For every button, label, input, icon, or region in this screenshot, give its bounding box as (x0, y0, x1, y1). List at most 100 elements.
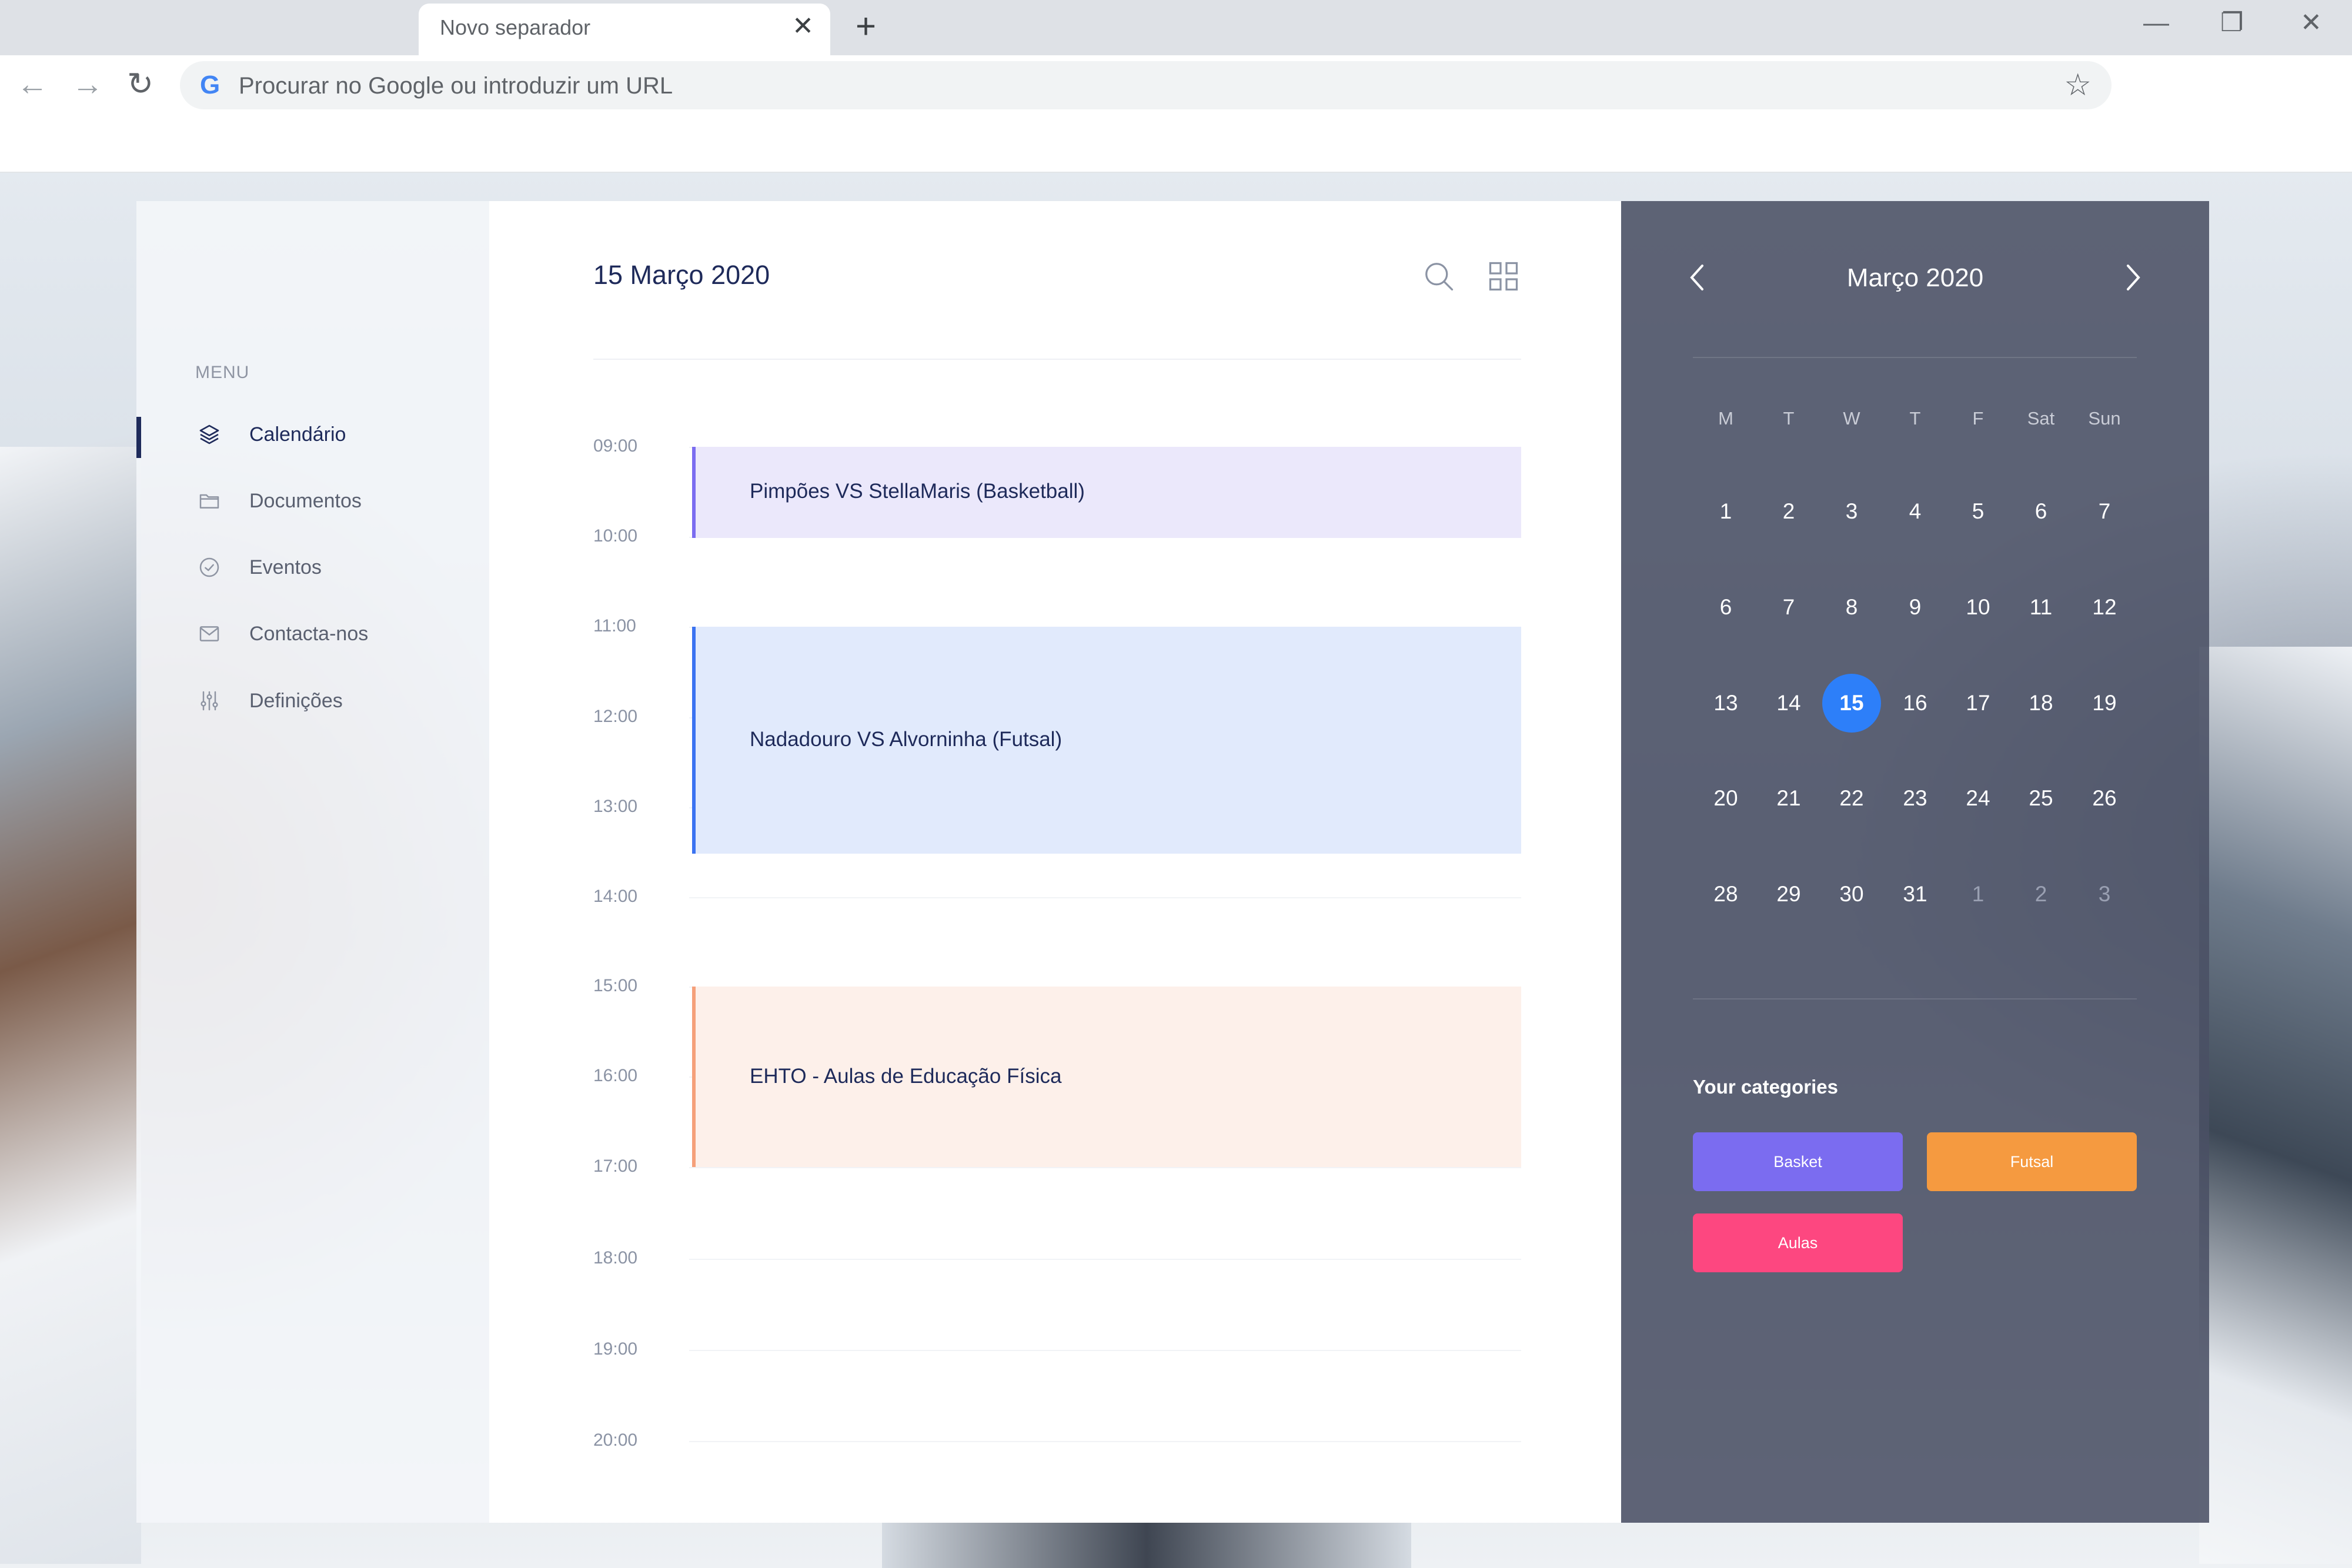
time-label: 15:00 (593, 976, 638, 995)
time-label: 10:00 (593, 526, 638, 546)
calendar-divider (1693, 998, 2137, 999)
time-label: 13:00 (593, 797, 638, 816)
calendar-day[interactable]: 12 (2075, 578, 2134, 637)
calendar-day[interactable]: 2 (2012, 865, 2070, 924)
calendar-day[interactable]: 29 (1759, 865, 1818, 924)
tab-title: Novo separador (440, 15, 591, 39)
event-title: Pimpões VS StellaMaris (Basketball) (750, 480, 1085, 503)
calendar-day[interactable]: 28 (1696, 865, 1755, 924)
header-divider (593, 359, 1521, 360)
calendar-day[interactable]: 8 (1822, 578, 1881, 637)
category-basket-button[interactable]: Basket (1693, 1132, 1903, 1191)
calendar-day[interactable]: 31 (1886, 865, 1945, 924)
weekday-label: F (1972, 408, 1984, 429)
time-label: 11:00 (593, 616, 636, 636)
restore-icon[interactable]: ❐ (2220, 2, 2243, 44)
hour-gridline (689, 1167, 1521, 1168)
calendar-day[interactable]: 20 (1696, 769, 1755, 828)
weekday-label: W (1843, 408, 1860, 429)
background-mountain-bottom (882, 1523, 1411, 1568)
calendar-day[interactable]: 7 (2075, 482, 2134, 541)
calendar-day[interactable]: 1 (1696, 482, 1755, 541)
calendar-day[interactable]: 9 (1886, 578, 1945, 637)
address-bar[interactable]: G Procurar no Google ou introduzir um UR… (180, 61, 2112, 109)
calendar-day[interactable]: 19 (2075, 674, 2134, 733)
calendar-day[interactable]: 1 (1949, 865, 2007, 924)
sidebar-item-contacta-nos[interactable]: Contacta-nos (195, 616, 368, 651)
event-title: Nadadouro VS Alvorninha (Futsal) (750, 728, 1063, 751)
grid-view-icon[interactable] (1486, 259, 1521, 294)
hour-gridline (689, 1441, 1521, 1442)
calendar-day[interactable]: 3 (2075, 865, 2134, 924)
hour-gridline (689, 897, 1521, 898)
event-block[interactable]: Pimpões VS StellaMaris (Basketball) (692, 447, 1521, 538)
back-icon[interactable]: ← (16, 65, 48, 103)
time-label: 16:00 (593, 1066, 638, 1085)
calendar-day[interactable]: 13 (1696, 674, 1755, 733)
calendar-day[interactable]: 30 (1822, 865, 1881, 924)
sidebar: MENU Calendário Documentos Eventos Conta… (136, 201, 489, 1523)
calendar-day[interactable]: 17 (1949, 674, 2007, 733)
calendar-day[interactable]: 21 (1759, 769, 1818, 828)
sidebar-item-eventos[interactable]: Eventos (195, 550, 322, 585)
calendar-day-selected[interactable]: 15 (1822, 674, 1881, 733)
active-indicator (136, 417, 141, 458)
calendar-day[interactable]: 6 (2012, 482, 2070, 541)
category-futsal-button[interactable]: Futsal (1927, 1132, 2137, 1191)
event-block[interactable]: EHTO - Aulas de Educação Física (692, 987, 1521, 1167)
time-label: 14:00 (593, 887, 638, 906)
reload-icon[interactable]: ↻ (127, 65, 153, 103)
sidebar-item-label: Definições (249, 689, 343, 712)
calendar-day[interactable]: 7 (1759, 578, 1818, 637)
sidebar-item-label: Calendário (249, 423, 346, 446)
calendar-day[interactable]: 11 (2012, 578, 2070, 637)
next-month-icon[interactable] (2121, 260, 2144, 298)
calendar-day[interactable]: 2 (1759, 482, 1818, 541)
calendar-day[interactable]: 5 (1949, 482, 2007, 541)
sidebar-item-calendario[interactable]: Calendário (195, 417, 346, 452)
bookmark-star-icon[interactable]: ☆ (2064, 68, 2092, 102)
mail-icon (195, 620, 223, 648)
calendar-day[interactable]: 24 (1949, 769, 2007, 828)
calendar-day[interactable]: 10 (1949, 578, 2007, 637)
weekday-label: M (1718, 408, 1733, 429)
page-title: 15 Março 2020 (593, 260, 770, 290)
weekday-label: T (1783, 408, 1795, 429)
minimize-icon[interactable]: — (2143, 2, 2169, 44)
event-block[interactable]: Nadadouro VS Alvorninha (Futsal) (692, 627, 1521, 854)
calendar-divider (1693, 357, 2137, 358)
category-aulas-button[interactable]: Aulas (1693, 1213, 1903, 1272)
weekday-label: Sun (2088, 408, 2121, 429)
browser-tab[interactable]: Novo separador ✕ (419, 4, 830, 55)
calendar-day[interactable]: 14 (1759, 674, 1818, 733)
calendar-day[interactable]: 6 (1696, 578, 1755, 637)
event-title: EHTO - Aulas de Educação Física (750, 1065, 1062, 1088)
sliders-icon (195, 687, 223, 715)
tab-close-icon[interactable]: ✕ (792, 12, 814, 41)
weekday-label: T (1909, 408, 1921, 429)
categories-title: Your categories (1693, 1076, 1838, 1098)
sidebar-item-documentos[interactable]: Documentos (195, 483, 362, 519)
calendar-day[interactable]: 16 (1886, 674, 1945, 733)
new-tab-icon[interactable]: + (856, 6, 876, 47)
time-label: 12:00 (593, 707, 638, 726)
time-label: 09:00 (593, 436, 638, 456)
layers-icon (195, 420, 223, 449)
time-label: 19:00 (593, 1339, 638, 1359)
close-window-icon[interactable]: ✕ (2300, 2, 2322, 44)
search-icon[interactable] (1421, 259, 1456, 294)
address-bar-placeholder: Procurar no Google ou introduzir um URL (239, 73, 673, 99)
calendar-day[interactable]: 4 (1886, 482, 1945, 541)
time-label: 20:00 (593, 1430, 638, 1450)
calendar-day[interactable]: 23 (1886, 769, 1945, 828)
sidebar-item-definicoes[interactable]: Definições (195, 683, 343, 718)
calendar-day[interactable]: 22 (1822, 769, 1881, 828)
weekday-label: Sat (2027, 408, 2055, 429)
hour-gridline (689, 1259, 1521, 1260)
calendar-day[interactable]: 26 (2075, 769, 2134, 828)
forward-icon[interactable]: → (72, 65, 103, 103)
calendar-day[interactable]: 18 (2012, 674, 2070, 733)
calendar-day[interactable]: 25 (2012, 769, 2070, 828)
calendar-panel: Março 2020 M T W T F Sat Sun 1 2 3 4 5 6 7 6 7 8 9 10 11 12 1… (1621, 201, 2209, 1523)
calendar-day[interactable]: 3 (1822, 482, 1881, 541)
